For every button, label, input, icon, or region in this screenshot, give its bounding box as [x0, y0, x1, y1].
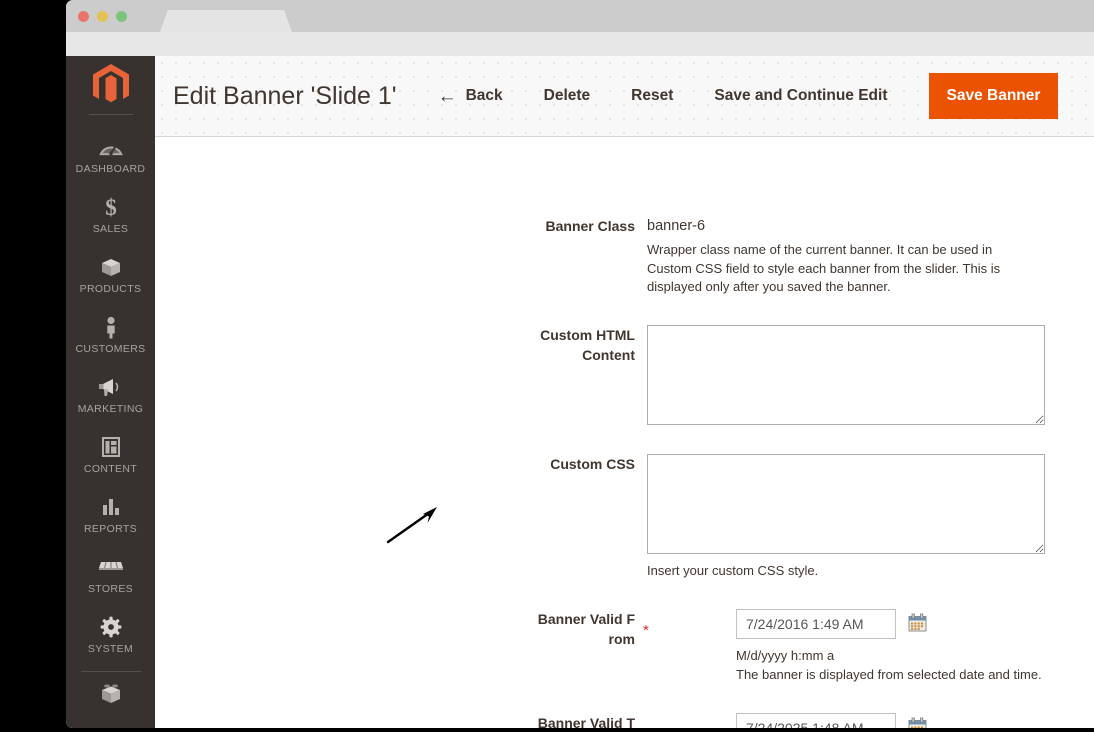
- sidebar-item-label: DASHBOARD: [75, 163, 146, 175]
- banner-valid-from-required-marker: *: [643, 622, 649, 639]
- bar-chart-icon: [68, 494, 153, 520]
- back-button[interactable]: ← Back: [438, 87, 503, 106]
- banner-valid-to-required-marker: *: [643, 727, 649, 729]
- banner-valid-from-input[interactable]: [736, 609, 896, 639]
- banner-edit-form: Banner Class banner-6 Wrapper class name…: [155, 137, 1094, 728]
- person-icon: [68, 314, 153, 340]
- browser-title-bar: [66, 0, 1094, 32]
- page-action-buttons: ← Back Delete Reset Save and Continue Ed…: [438, 56, 1059, 136]
- banner-class-value: banner-6: [647, 218, 706, 234]
- sidebar-item-sales[interactable]: $ SALES: [66, 185, 155, 245]
- sidebar-item-label: REPORTS: [83, 523, 138, 535]
- custom-html-content-label: Custom HTML Content: [540, 327, 635, 363]
- sidebar-item-content[interactable]: CONTENT: [66, 425, 155, 485]
- dashboard-gauge-icon: [68, 134, 153, 160]
- browser-tab[interactable]: [160, 10, 292, 32]
- sidebar-item-dashboard[interactable]: DASHBOARD: [66, 125, 155, 185]
- sidebar-item-label: SALES: [92, 223, 129, 235]
- arrow-left-icon: ←: [437, 85, 457, 107]
- admin-sidebar: DASHBOARD $ SALES PRODUCTS CUSTOMERS MAR…: [66, 56, 155, 728]
- save-and-continue-edit-button[interactable]: Save and Continue Edit: [714, 87, 887, 105]
- banner-valid-from-label: Banner Valid F rom: [529, 609, 635, 649]
- sidebar-item-marketing[interactable]: MARKETING: [66, 365, 155, 425]
- banner-valid-to-calendar-button[interactable]: [908, 717, 927, 728]
- dollar-sign-icon: $: [68, 194, 153, 220]
- banner-valid-to-label-line1: Banner Valid T: [537, 715, 635, 728]
- sidebar-item-label: PRODUCTS: [79, 283, 142, 295]
- sidebar-item-label: CUSTOMERS: [75, 343, 146, 355]
- custom-html-content-input[interactable]: [647, 325, 1045, 425]
- back-button-label: Back: [465, 87, 503, 104]
- banner-valid-from-note: The banner is displayed from selected da…: [736, 666, 1042, 682]
- sidebar-item-products[interactable]: PRODUCTS: [66, 245, 155, 305]
- gear-icon: [68, 614, 153, 640]
- sidebar-item-stores[interactable]: STORES: [66, 545, 155, 605]
- close-window-button[interactable]: [78, 11, 89, 22]
- magento-admin-app: DASHBOARD $ SALES PRODUCTS CUSTOMERS MAR…: [66, 56, 1094, 728]
- box-icon: [68, 254, 153, 280]
- banner-class-note: Wrapper class name of the current banner…: [647, 242, 1001, 294]
- magento-logo[interactable]: [66, 56, 155, 114]
- banner-class-label: Banner Class: [545, 218, 635, 234]
- svg-text:$: $: [105, 195, 117, 219]
- calendar-icon: [908, 717, 927, 728]
- reset-button[interactable]: Reset: [631, 87, 673, 105]
- minimize-window-button[interactable]: [97, 11, 108, 22]
- storefront-awning-icon: [68, 554, 153, 580]
- sidebar-item-label: SYSTEM: [87, 643, 134, 655]
- banner-valid-from-label-line1: Banner Valid F: [537, 611, 635, 627]
- banner-valid-from-label-line2: rom: [608, 631, 635, 647]
- lego-brick-icon: [68, 681, 153, 707]
- megaphone-icon: [68, 374, 153, 400]
- sidebar-item-extensions[interactable]: [66, 672, 155, 720]
- save-banner-button[interactable]: Save Banner: [928, 73, 1059, 119]
- browser-window: DASHBOARD $ SALES PRODUCTS CUSTOMERS MAR…: [66, 0, 1094, 728]
- window-traffic-lights: [78, 11, 127, 22]
- magento-logo-icon: [92, 64, 129, 103]
- sidebar-logo-divider: [88, 114, 133, 115]
- delete-button[interactable]: Delete: [544, 87, 591, 105]
- calendar-icon: [908, 613, 927, 632]
- banner-valid-to-input[interactable]: [736, 713, 896, 728]
- browser-toolbar: [66, 32, 1094, 56]
- banner-valid-to-label: Banner Valid T o: [529, 713, 635, 728]
- banner-valid-from-format-note: M/d/yyyy h:mm a: [736, 648, 835, 663]
- maximize-window-button[interactable]: [116, 11, 127, 22]
- layout-panel-icon: [68, 434, 153, 460]
- sidebar-item-system[interactable]: SYSTEM: [66, 605, 155, 665]
- custom-css-input[interactable]: [647, 454, 1045, 554]
- custom-css-label: Custom CSS: [550, 456, 635, 472]
- custom-css-note: Insert your custom CSS style.: [647, 563, 819, 578]
- sidebar-item-reports[interactable]: REPORTS: [66, 485, 155, 545]
- sidebar-item-label: CONTENT: [83, 463, 138, 475]
- page-title: Edit Banner 'Slide 1': [173, 81, 397, 110]
- sidebar-item-label: MARKETING: [77, 403, 144, 415]
- sidebar-item-customers[interactable]: CUSTOMERS: [66, 305, 155, 365]
- page-header: Edit Banner 'Slide 1' ← Back Delete Rese…: [155, 56, 1094, 137]
- sidebar-item-label: STORES: [87, 583, 134, 595]
- banner-valid-from-calendar-button[interactable]: [908, 613, 927, 635]
